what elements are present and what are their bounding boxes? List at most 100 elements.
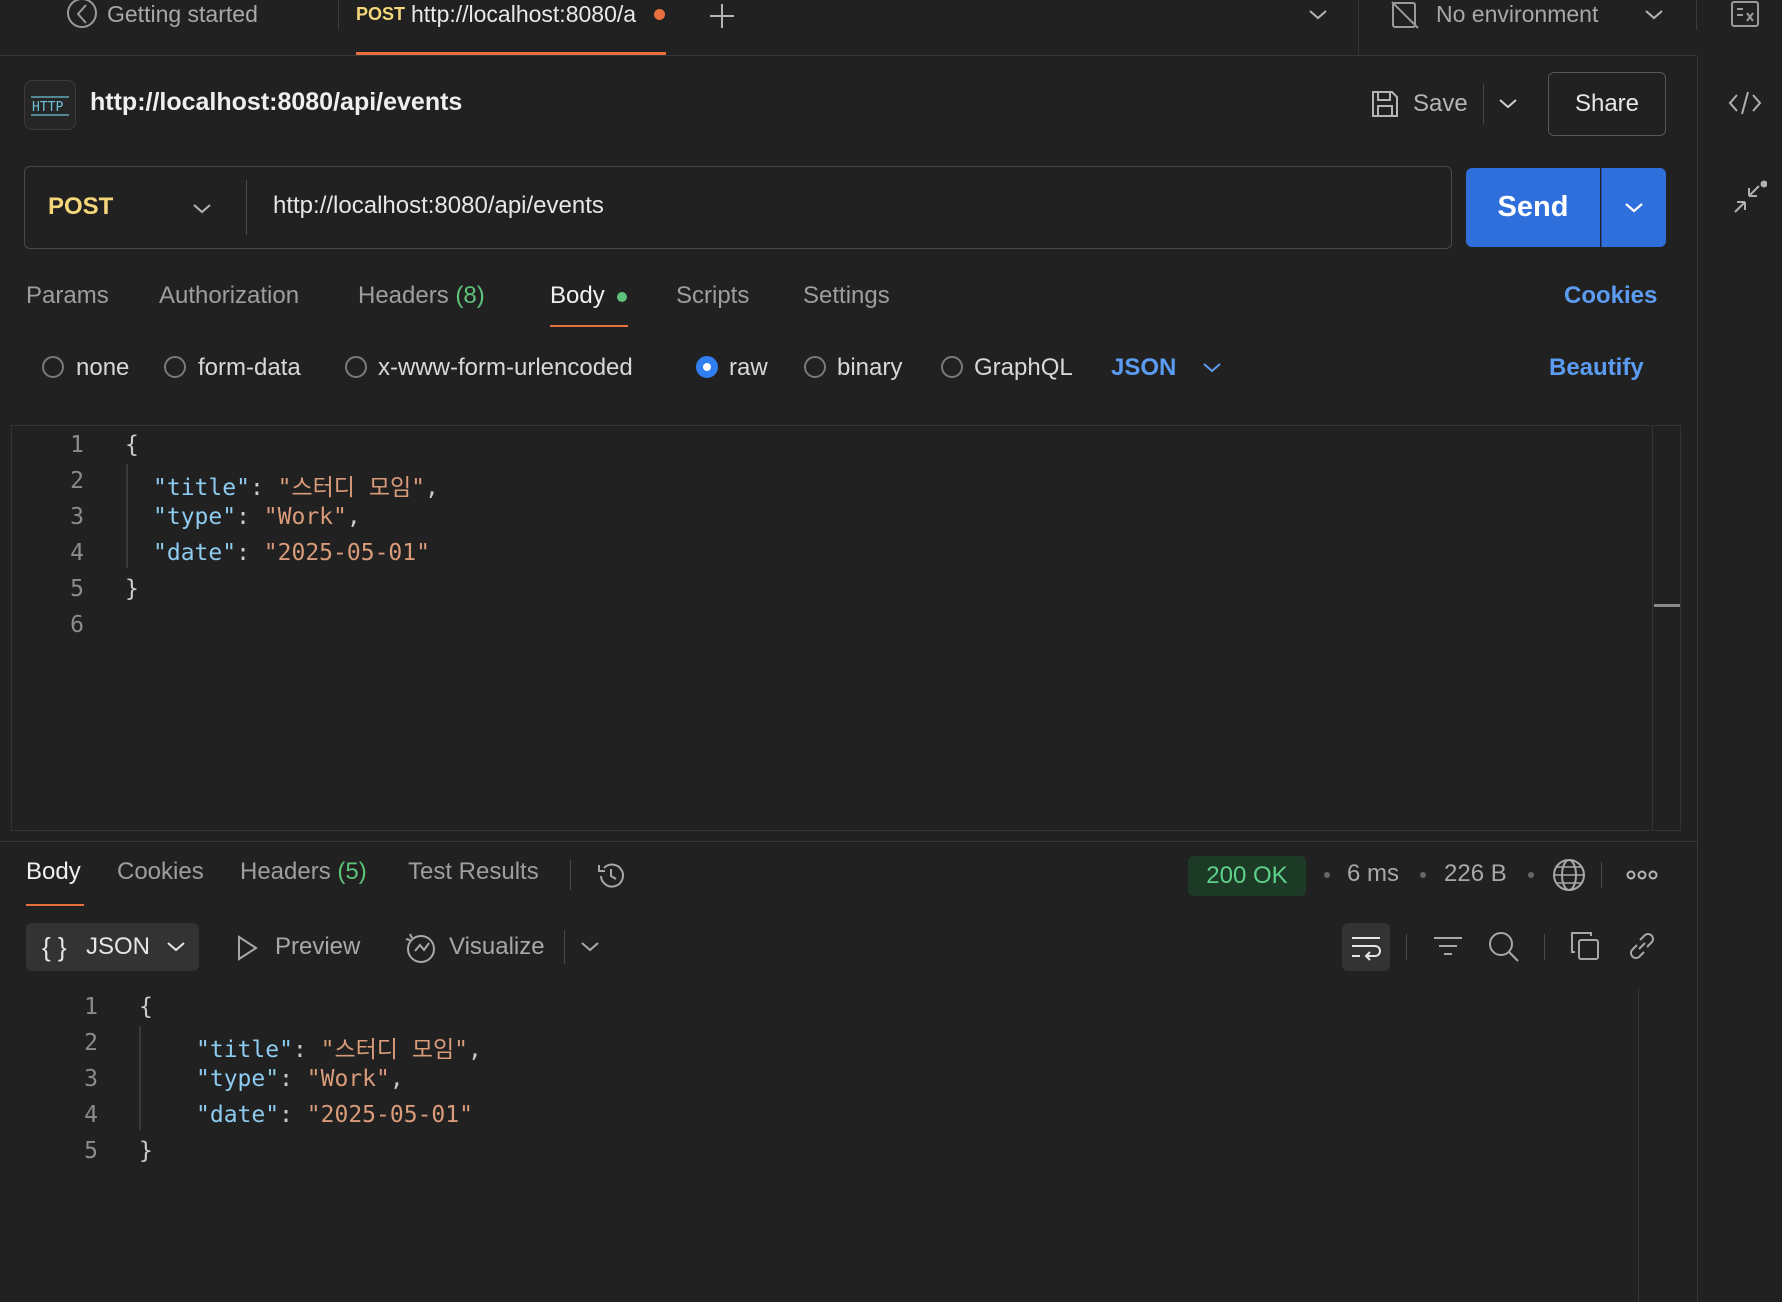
json-line: "date": "2025-05-01" [196,1102,473,1128]
radio-none[interactable] [42,356,64,378]
send-button[interactable]: Send [1466,168,1600,247]
history-icon[interactable] [595,860,627,892]
filter-icon[interactable] [1432,932,1464,962]
right-sidebar-rail [1697,56,1782,1302]
preview-button[interactable]: Preview [275,933,360,961]
radio-graphql-label[interactable]: GraphQL [974,354,1073,382]
json-line: "title": "스터디 모임", [196,1037,482,1063]
radio-raw[interactable] [696,356,718,378]
copy-icon[interactable] [1569,930,1601,962]
active-tab-method: POST [356,4,406,24]
tab-body-underline [550,325,628,327]
unsaved-dot [654,9,665,20]
tab-active-request[interactable]: http://localhost:8080/a [411,1,643,28]
tab-headers-label: Headers [358,282,449,309]
json-value: "스터디 모임" [277,475,425,501]
response-size[interactable]: 226 B [1444,860,1507,888]
send-options-button[interactable] [1601,168,1666,247]
tab-getting-started[interactable]: Getting started [107,1,258,28]
radio-urlencoded-label[interactable]: x-www-form-urlencoded [378,354,633,382]
save-options-chevron-icon[interactable] [1496,94,1520,114]
visualize-button[interactable]: Visualize [449,933,545,961]
url-bar [24,166,1452,249]
radio-raw-label[interactable]: raw [729,354,768,382]
radio-form-data-label[interactable]: form-data [198,354,301,382]
method-chevron-icon[interactable] [190,199,214,219]
network-globe-icon[interactable] [1552,858,1586,892]
share-button[interactable]: Share [1548,72,1666,136]
tabs-overflow-chevron-icon[interactable] [1306,4,1330,24]
tab-scripts[interactable]: Scripts [676,282,749,310]
json-key: "type" [153,504,237,530]
more-options-icon[interactable] [1626,866,1658,884]
radio-none-label[interactable]: none [76,354,129,382]
body-format-selector[interactable]: JSON [1111,354,1176,382]
line-number: 5 [84,1138,98,1164]
response-format-label: JSON [86,933,151,960]
new-tab-plus-icon[interactable] [708,2,736,30]
radio-urlencoded[interactable] [345,356,367,378]
environment-quick-look-icon[interactable] [1730,0,1760,30]
response-tab-test-results[interactable]: Test Results [408,858,539,886]
tab-authorization[interactable]: Authorization [159,282,299,310]
meta-separator [1420,872,1426,878]
wrap-lines-icon [1349,932,1383,962]
status-badge[interactable]: 200 OK [1188,856,1306,896]
json-line: "type": "Work", [153,504,361,530]
response-time[interactable]: 6 ms [1347,860,1399,888]
json-trail: , [467,1037,482,1063]
line-number: 4 [70,540,84,566]
beautify-button[interactable]: Beautify [1549,354,1644,382]
line-number: 1 [84,994,98,1020]
radio-graphql[interactable] [941,356,963,378]
json-key: "title" [153,475,250,501]
visualize-icon[interactable] [404,930,438,964]
svg-text:HTTP: HTTP [32,100,63,115]
env-divider [1358,0,1359,56]
preview-play-icon[interactable] [234,934,260,962]
radio-binary-label[interactable]: binary [837,354,902,382]
response-scrollbar-track[interactable] [1638,988,1639,1302]
json-value: "Work" [306,1066,390,1092]
body-format-chevron-icon[interactable] [1200,358,1224,378]
tab-settings[interactable]: Settings [803,282,890,310]
response-headers-label: Headers [240,858,331,885]
indent-guide [126,464,128,568]
json-key: "date" [153,540,237,566]
response-format-chevron-icon [164,937,188,957]
toolbar-divider [1601,862,1602,888]
response-tab-body[interactable]: Body [26,858,81,886]
save-button[interactable]: Save [1413,90,1468,118]
link-icon[interactable] [1626,930,1658,962]
url-input[interactable]: http://localhost:8080/api/events [273,192,604,220]
visualize-options-chevron-icon[interactable] [578,937,602,957]
indent-guide [139,1026,141,1130]
response-tab-body-underline [26,904,84,906]
tab-headers-count: (8) [455,282,485,309]
tab-params[interactable]: Params [26,282,109,310]
radio-binary[interactable] [804,356,826,378]
response-tab-headers[interactable]: Headers (5) [240,858,367,886]
save-icon[interactable] [1369,88,1401,120]
code-snippet-icon[interactable] [1727,88,1763,118]
top-tab-bar: Getting started POST http://localhost:80… [0,0,1759,56]
request-title[interactable]: http://localhost:8080/api/events [90,88,462,117]
toolbar-divider [1544,934,1545,960]
radio-form-data[interactable] [164,356,186,378]
json-trail: , [346,504,361,530]
response-tab-cookies[interactable]: Cookies [117,858,204,886]
search-icon[interactable] [1487,930,1521,964]
line-number: 1 [70,432,84,458]
tab-headers[interactable]: Headers (8) [358,282,485,310]
editor-scrollbar-track[interactable] [1652,426,1680,830]
environment-selector[interactable]: No environment [1436,1,1598,28]
json-key: "type" [196,1066,280,1092]
editor-scroll-marker [1654,604,1680,607]
tab-body[interactable]: Body [550,282,605,310]
method-selector[interactable]: POST [48,193,113,221]
environment-chevron-icon[interactable] [1642,4,1666,24]
json-value: "2025-05-01" [306,1102,473,1128]
cookies-link[interactable]: Cookies [1564,282,1657,310]
collapse-expand-icon[interactable] [1731,180,1767,216]
response-divider[interactable] [0,841,1697,842]
